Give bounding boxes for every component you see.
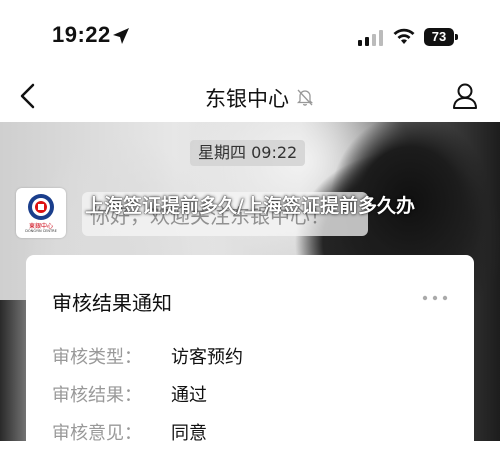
review-type-label: 审核类型： <box>52 347 142 368</box>
status-bar: 19:22 73 <box>0 0 500 70</box>
user-icon[interactable] <box>452 82 478 110</box>
notification-card[interactable]: 审核结果通知 审核类型： 访客预约 审核结果： 通过 审核意见： 同意 <box>26 255 474 455</box>
wifi-icon <box>393 28 415 44</box>
review-result-label: 审核结果： <box>52 385 142 406</box>
avatar[interactable]: 東銀中心 DONGYIN CENTRE <box>16 188 66 238</box>
review-result-value: 通过 <box>171 385 207 406</box>
page-title: 东银中心 <box>205 87 289 111</box>
review-opinion-value: 同意 <box>171 423 207 444</box>
battery-level: 73 <box>424 28 454 46</box>
card-title: 审核结果通知 <box>52 291 172 315</box>
signal-icon <box>358 30 383 46</box>
review-opinion-label: 审核意见： <box>52 423 142 444</box>
avatar-logo-subtext: DONGYIN CENTRE <box>25 229 57 233</box>
more-dots-icon[interactable] <box>422 295 448 301</box>
location-arrow-icon <box>113 28 129 44</box>
message-timestamp: 星期四 09:22 <box>190 140 306 166</box>
status-time: 19:22 <box>52 22 111 47</box>
dongyin-logo-icon <box>28 194 54 220</box>
review-type-value: 访客预约 <box>171 347 243 368</box>
overlay-headline: 上海签证提前多久/上海签证提前多久办 <box>85 195 415 217</box>
battery-tip <box>455 34 458 40</box>
mute-bell-icon <box>296 89 314 106</box>
back-chevron-icon[interactable] <box>18 83 38 109</box>
nav-bar: 东银中心 <box>0 70 500 122</box>
